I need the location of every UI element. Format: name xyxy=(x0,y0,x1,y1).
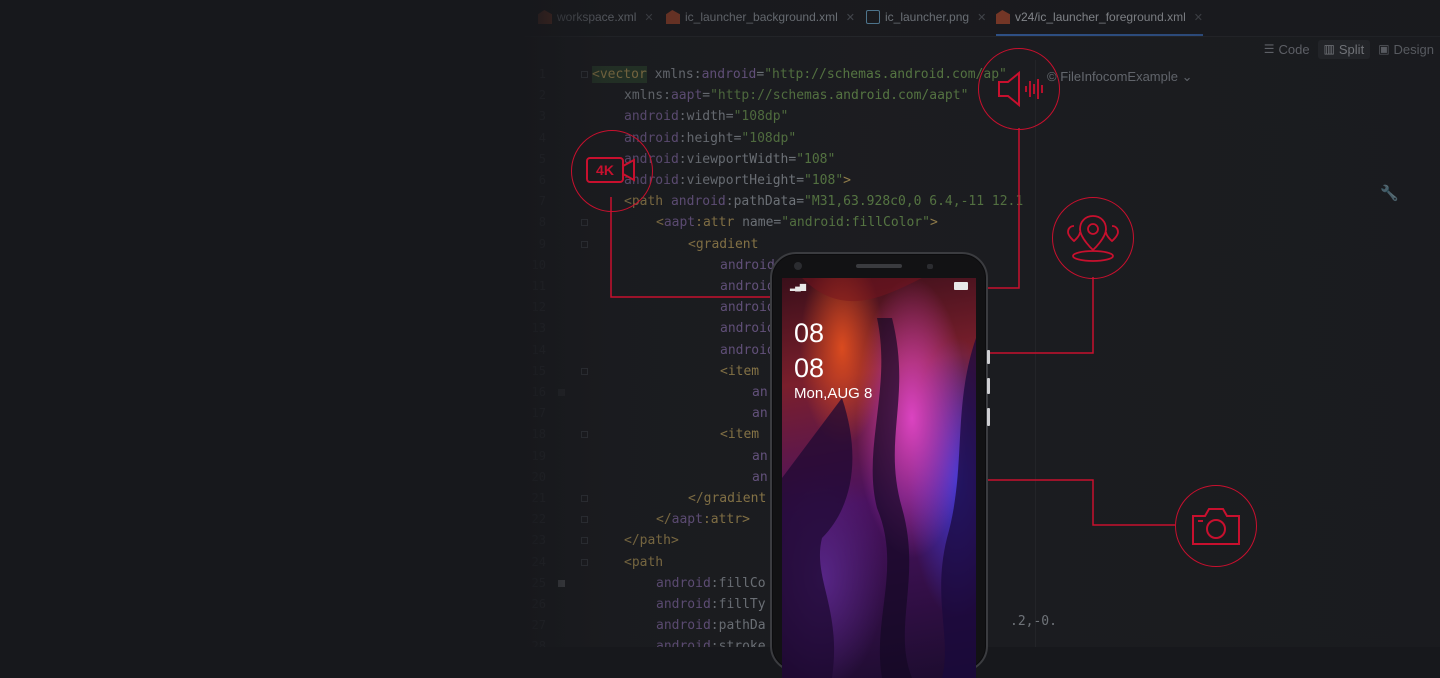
speaker-feature-circle xyxy=(978,48,1060,130)
camera-feature-circle xyxy=(1175,485,1257,567)
phone-side-button xyxy=(987,378,990,394)
phone-side-button xyxy=(987,408,990,426)
svg-text:4K: 4K xyxy=(596,162,614,178)
phone-side-button xyxy=(987,350,990,364)
code-overflow-fragment: .2,-0. xyxy=(1010,614,1057,629)
4k-video-feature-circle: 4K xyxy=(571,130,653,212)
camera-icon xyxy=(1192,508,1240,545)
location-pins-icon xyxy=(1067,215,1119,262)
clock-date: Mon,AUG 8 xyxy=(794,385,873,402)
connector-camera xyxy=(988,479,1175,526)
clock-minute: 08 xyxy=(794,353,825,383)
earpiece-speaker xyxy=(856,264,902,268)
front-camera xyxy=(794,262,802,270)
proximity-sensor xyxy=(927,264,933,269)
smartphone-mockup: ▂▄▆ 08 08 Mon,AUG 8 xyxy=(770,252,988,678)
connector-4k xyxy=(610,197,775,298)
signal-icon: ▂▄▆ xyxy=(790,282,806,291)
connector-speaker xyxy=(988,128,1020,289)
4k-video-icon: 4K xyxy=(586,157,635,183)
clock-hour: 08 xyxy=(794,318,825,348)
lock-screen: ▂▄▆ 08 08 Mon,AUG 8 xyxy=(782,278,976,678)
location-feature-circle xyxy=(1052,197,1134,279)
battery-icon xyxy=(954,282,968,290)
status-bar: ▂▄▆ xyxy=(790,280,968,292)
speaker-icon xyxy=(998,70,1043,108)
